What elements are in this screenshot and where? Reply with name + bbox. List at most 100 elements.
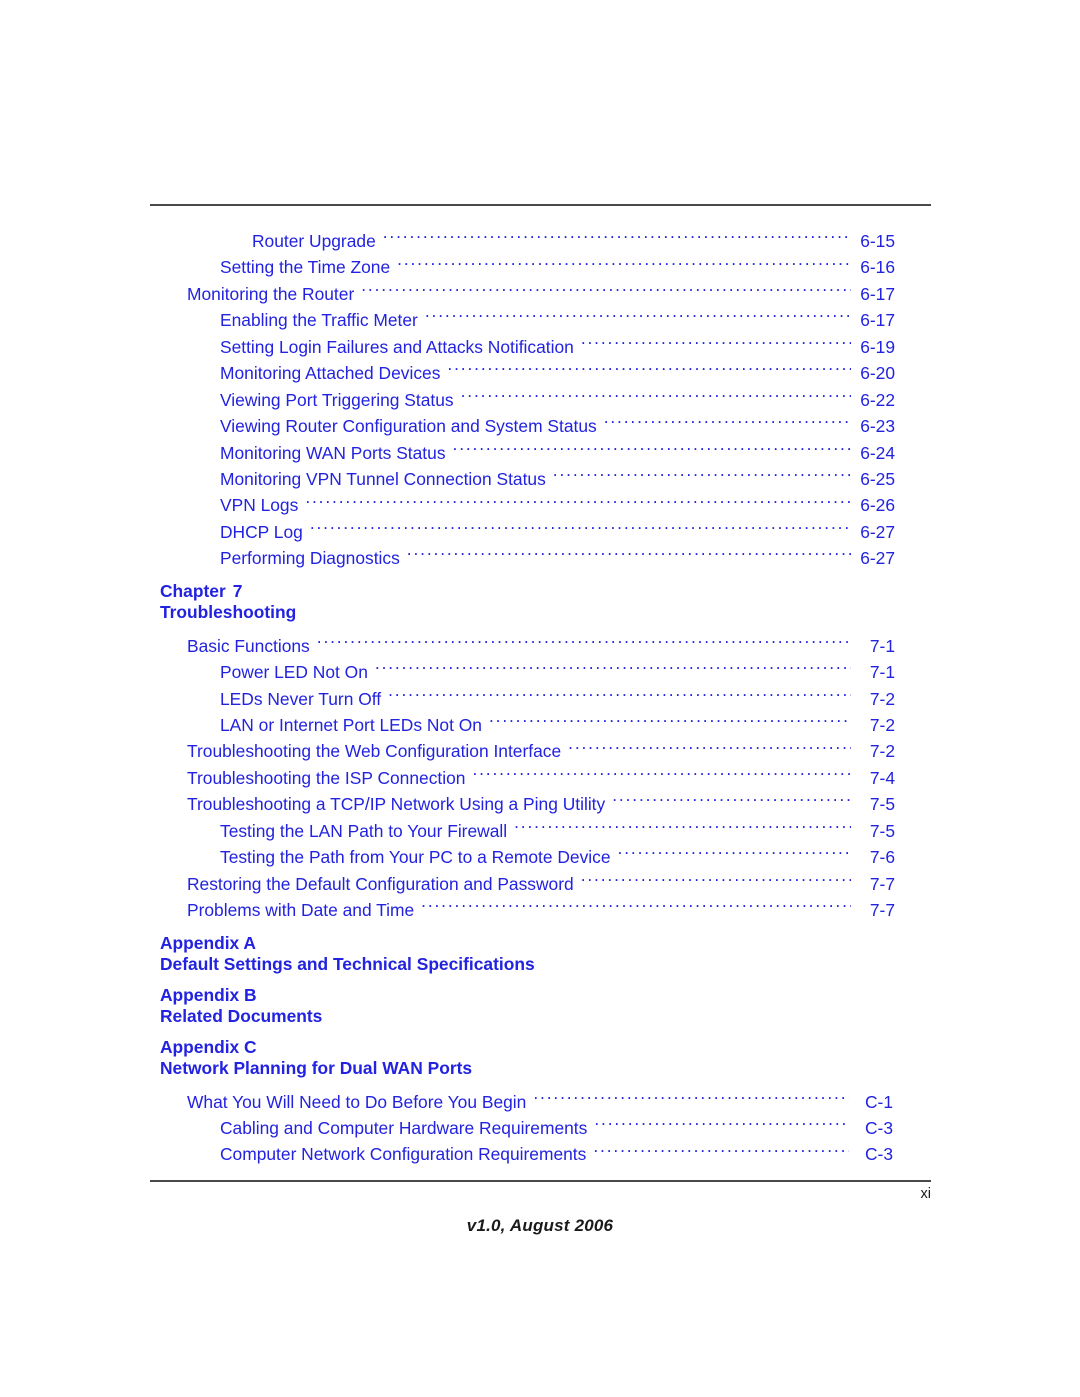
toc-entry[interactable]: Troubleshooting a TCP/IP Network Using a… xyxy=(0,791,1080,817)
toc-entry[interactable]: DHCP Log 6-27 xyxy=(0,519,1080,545)
toc-entry[interactable]: Monitoring Attached Devices 6-20 xyxy=(0,360,1080,386)
toc-dot-leader xyxy=(383,230,851,247)
toc-entry-title: LEDs Never Turn Off xyxy=(220,688,382,709)
toc-entry-title: Troubleshooting the Web Configuration In… xyxy=(187,741,562,762)
toc-entry-page-number: 7-2 xyxy=(869,688,895,709)
toc-entry[interactable]: Router Upgrade 6-15 xyxy=(0,228,1080,254)
toc-entry-page-number: 7-4 xyxy=(869,767,895,788)
toc-dot-leader xyxy=(447,362,851,379)
toc-dot-leader xyxy=(581,872,851,889)
section-heading-label: Appendix B xyxy=(160,985,1080,1007)
section-heading-text: Appendix B xyxy=(160,984,257,1005)
toc-dot-leader xyxy=(593,1143,849,1160)
toc-entry[interactable]: Power LED Not On 7-1 xyxy=(0,659,1080,685)
toc-dot-leader xyxy=(618,846,851,863)
toc-entry-page-number: 7-2 xyxy=(869,715,895,735)
toc-dot-leader xyxy=(533,1090,849,1107)
toc-entry-page-number: C-3 xyxy=(864,1117,893,1138)
toc-entry-title: Restoring the Default Configuration and … xyxy=(187,873,574,894)
toc-dot-leader xyxy=(553,468,851,485)
toc-entry-title: Monitoring Attached Devices xyxy=(220,363,441,384)
toc-dot-leader xyxy=(305,494,851,511)
toc-entry[interactable]: LAN or Internet Port LEDs Not On 7-2 xyxy=(0,712,1080,738)
toc-dot-leader xyxy=(472,766,851,783)
document-version: v1.0, August 2006 xyxy=(466,1216,614,1235)
toc-entry-page-number: 7-7 xyxy=(869,900,895,921)
toc-entry-page-number: 6-23 xyxy=(860,416,895,437)
toc-entry-title: Monitoring WAN Ports Status xyxy=(220,442,446,463)
page-folio: xi xyxy=(920,1186,931,1202)
toc-entry[interactable]: Monitoring the Router 6-17 xyxy=(0,281,1080,307)
toc-entry-title: Testing the Path from Your PC to a Remot… xyxy=(220,847,611,868)
toc-entry[interactable]: Monitoring WAN Ports Status 6-24 xyxy=(0,440,1080,466)
toc-entry-page-number: 6-17 xyxy=(860,310,895,331)
toc-entry[interactable]: Basic Functions 7-1 xyxy=(0,633,1080,659)
toc-entry-title: Performing Diagnostics xyxy=(220,548,400,569)
toc-entry[interactable]: Troubleshooting the ISP Connection 7-4 xyxy=(0,765,1080,791)
toc-dot-leader xyxy=(568,740,851,757)
toc-dot-leader xyxy=(361,282,851,299)
toc-entry-page-number: 7-1 xyxy=(869,662,895,683)
toc-entry[interactable]: Computer Network Configuration Requireme… xyxy=(0,1141,1080,1167)
toc-dot-leader xyxy=(425,309,851,326)
toc-entry[interactable]: Testing the Path from Your PC to a Remot… xyxy=(0,844,1080,870)
toc-entry-page-number: 6-25 xyxy=(860,468,895,489)
toc-entry[interactable]: Viewing Port Triggering Status 6-22 xyxy=(0,387,1080,413)
toc-dot-leader xyxy=(453,441,851,458)
toc-entry-title: DHCP Log xyxy=(220,521,303,542)
footer-rule xyxy=(150,1180,931,1182)
toc-entry-page-number: 6-20 xyxy=(860,363,895,384)
toc-entry[interactable]: Problems with Date and Time 7-7 xyxy=(0,897,1080,923)
toc-dot-leader xyxy=(407,547,851,564)
toc-dot-leader xyxy=(514,819,851,836)
toc-entry[interactable]: Monitoring VPN Tunnel Connection Status 6… xyxy=(0,466,1080,492)
section-heading-label: Appendix A xyxy=(160,933,1080,955)
toc-entry-page-number: 6-15 xyxy=(860,231,895,251)
toc-entry-title: Problems with Date and Time xyxy=(187,900,415,921)
toc-entry-title: Troubleshooting the ISP Connection xyxy=(187,767,466,788)
toc-entry-title: Basic Functions xyxy=(187,635,310,656)
toc-entry-page-number: 7-2 xyxy=(869,741,895,762)
toc-entry-title: Testing the LAN Path to Your Firewall xyxy=(220,820,508,841)
toc-entry[interactable]: Enabling the Traffic Meter 6-17 xyxy=(0,307,1080,333)
toc-dot-leader xyxy=(604,415,851,432)
toc-entry[interactable]: Setting Login Failures and Attacks Notif… xyxy=(0,334,1080,360)
toc-entry-page-number: C-3 xyxy=(864,1144,893,1165)
toc-entry[interactable]: VPN Logs 6-26 xyxy=(0,492,1080,518)
toc-entry[interactable]: Setting the Time Zone 6-16 xyxy=(0,254,1080,280)
toc-entry[interactable]: What You Will Need to Do Before You Begi… xyxy=(0,1089,1080,1115)
section-heading-text: Appendix C xyxy=(160,1036,257,1057)
toc-dot-leader xyxy=(375,661,851,678)
toc-entry-title: Setting Login Failures and Attacks Notif… xyxy=(220,336,574,357)
toc-dot-leader xyxy=(461,388,851,405)
toc-entry-page-number: 6-22 xyxy=(860,389,895,410)
toc-dot-leader xyxy=(489,714,851,731)
toc-entry[interactable]: Testing the LAN Path to Your Firewall 7-5 xyxy=(0,818,1080,844)
toc-dot-leader xyxy=(594,1117,849,1134)
toc-page: Router Upgrade 6-15 Setting the Time Zone 6… xyxy=(0,0,1080,1397)
toc-entry-page-number: 7-1 xyxy=(869,635,895,656)
toc-entry[interactable]: Restoring the Default Configuration and … xyxy=(0,871,1080,897)
toc-entry-page-number: 6-16 xyxy=(860,257,895,278)
table-of-contents: Router Upgrade 6-15 Setting the Time Zone 6… xyxy=(0,228,1080,1168)
toc-entry-page-number: 6-27 xyxy=(860,521,895,542)
toc-entry[interactable]: Performing Diagnostics 6-27 xyxy=(0,545,1080,571)
toc-entry[interactable]: Troubleshooting the Web Configuration In… xyxy=(0,738,1080,764)
toc-entry[interactable]: Cabling and Computer Hardware Requiremen… xyxy=(0,1115,1080,1141)
toc-entry-title: VPN Logs xyxy=(220,495,299,516)
toc-dot-leader xyxy=(310,520,851,537)
toc-dot-leader xyxy=(421,899,851,916)
toc-entry-title: Power LED Not On xyxy=(220,662,368,683)
section-heading-number: 7 xyxy=(232,580,243,601)
toc-entry[interactable]: Viewing Router Configuration and System … xyxy=(0,413,1080,439)
toc-dot-leader xyxy=(612,793,851,810)
toc-entry-title: Viewing Port Triggering Status xyxy=(220,389,454,410)
toc-dot-leader xyxy=(397,256,851,273)
section-heading-text: Chapter xyxy=(160,580,226,601)
section-heading-text: Appendix A xyxy=(160,932,256,953)
toc-entry-page-number: C-1 xyxy=(864,1091,893,1112)
toc-entry-page-number: 6-24 xyxy=(860,442,895,463)
toc-entry-title: Cabling and Computer Hardware Requiremen… xyxy=(220,1117,588,1138)
toc-entry[interactable]: LEDs Never Turn Off 7-2 xyxy=(0,686,1080,712)
toc-entry-title: Troubleshooting a TCP/IP Network Using a… xyxy=(187,794,606,815)
